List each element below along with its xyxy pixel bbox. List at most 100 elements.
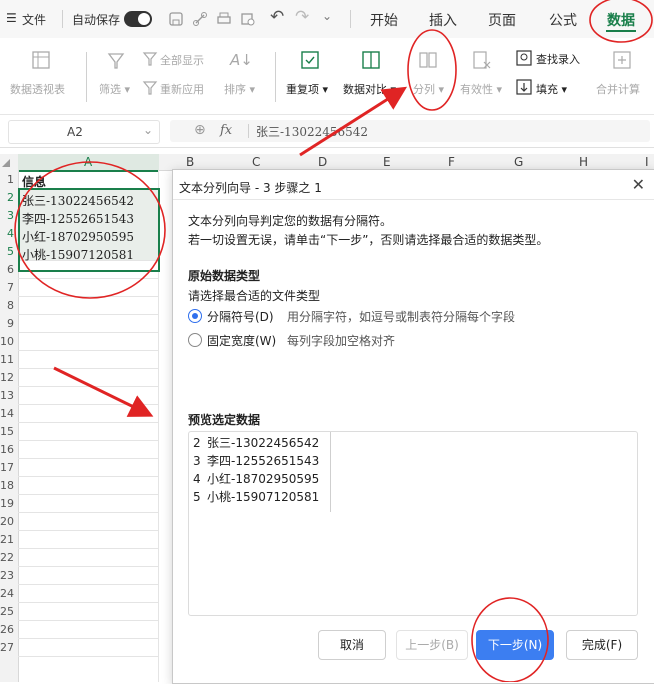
fill-button[interactable]: 填充 ▾: [536, 81, 567, 97]
row-number[interactable]: 2: [0, 191, 14, 204]
row-number[interactable]: 17: [0, 461, 14, 474]
row-number[interactable]: 3: [0, 209, 14, 222]
cell-ref: A2: [67, 125, 83, 139]
data-compare-button[interactable]: 数据对比 ▾: [343, 81, 396, 97]
gridline: [18, 296, 158, 297]
cell-a4[interactable]: 小红-18702950595: [22, 228, 134, 245]
tab-home[interactable]: 开始: [370, 10, 398, 30]
tab-insert[interactable]: 插入: [429, 10, 457, 30]
split-columns-button[interactable]: 分列 ▾: [413, 81, 444, 97]
select-all-icon[interactable]: [2, 159, 10, 167]
column-e[interactable]: E: [383, 155, 391, 169]
gridline: [18, 422, 158, 423]
link-icon[interactable]: [192, 11, 208, 27]
row-number[interactable]: 18: [0, 479, 14, 492]
next-button[interactable]: 下一步(N): [476, 630, 554, 660]
tab-data[interactable]: 数据: [607, 10, 635, 30]
close-icon[interactable]: ✕: [632, 175, 645, 194]
row-number[interactable]: 26: [0, 623, 14, 636]
section-subtitle: 请选择最合适的文件类型: [188, 289, 321, 303]
gridline: [18, 440, 158, 441]
print-preview-icon[interactable]: [240, 11, 256, 27]
row-number[interactable]: 27: [0, 641, 14, 654]
row-number[interactable]: 13: [0, 389, 14, 402]
column-d[interactable]: D: [318, 155, 327, 169]
zoom-icon[interactable]: ⊕: [194, 122, 206, 138]
save-icon[interactable]: [168, 11, 184, 27]
delimited-description: 用分隔字符，如逗号或制表符分隔每个字段: [287, 310, 516, 324]
row-number[interactable]: 5: [0, 245, 14, 258]
lookup-entry-button[interactable]: 查找录入: [536, 51, 580, 67]
column-a[interactable]: A: [84, 155, 92, 169]
chevron-down-icon[interactable]: ⌄: [143, 123, 153, 137]
row-number[interactable]: 21: [0, 533, 14, 546]
finish-button[interactable]: 完成(F): [566, 630, 638, 660]
row-number[interactable]: 11: [0, 353, 14, 366]
tab-page[interactable]: 页面: [488, 10, 516, 30]
row-number[interactable]: 12: [0, 371, 14, 384]
show-all-button[interactable]: 全部显示: [160, 52, 204, 68]
row-number[interactable]: 16: [0, 443, 14, 456]
row-number[interactable]: 15: [0, 425, 14, 438]
row-number[interactable]: 4: [0, 227, 14, 240]
undo-icon[interactable]: ↶: [270, 7, 284, 27]
gridline: [18, 314, 158, 315]
menu-icon[interactable]: ☰: [6, 11, 17, 25]
row-number[interactable]: 14: [0, 407, 14, 420]
cell-a2[interactable]: 张三-13022456542: [22, 192, 134, 209]
consolidate-button[interactable]: 合并计算: [596, 81, 640, 97]
name-box[interactable]: A2 ⌄: [8, 120, 160, 144]
fixed-width-label[interactable]: 固定宽度(W): [207, 332, 276, 349]
row-number[interactable]: 7: [0, 281, 14, 294]
cancel-button[interactable]: 取消: [318, 630, 386, 660]
row-number[interactable]: 10: [0, 335, 14, 348]
column-f[interactable]: F: [448, 155, 455, 169]
column-h[interactable]: H: [579, 155, 588, 169]
gridline: [18, 656, 158, 657]
gridline: [18, 404, 158, 405]
row-number[interactable]: 22: [0, 551, 14, 564]
print-icon[interactable]: [216, 11, 232, 27]
active-tab-indicator: [606, 30, 636, 32]
row-number[interactable]: 20: [0, 515, 14, 528]
row-number[interactable]: 6: [0, 263, 14, 276]
preview-box[interactable]: 2 张三-13022456542 3 李四-12552651543 4 小红-1870…: [188, 431, 638, 616]
chevron-down-icon[interactable]: ⌄: [322, 9, 332, 23]
gridline: [18, 350, 158, 351]
row-number[interactable]: 9: [0, 317, 14, 330]
consolidate-icon: [613, 51, 631, 69]
cell-a3[interactable]: 李四-12552651543: [22, 210, 134, 227]
reapply-button[interactable]: 重新应用: [160, 81, 204, 97]
pivot-table-button[interactable]: 数据透视表: [10, 81, 65, 97]
autosave-toggle[interactable]: [124, 11, 152, 27]
redo-icon[interactable]: ↷: [295, 7, 309, 27]
fixed-width-radio[interactable]: [188, 333, 202, 347]
cell-a5[interactable]: 小桃-15907120581: [22, 246, 134, 263]
tab-formulas[interactable]: 公式: [549, 10, 577, 30]
gridline: [18, 368, 158, 369]
delimited-label[interactable]: 分隔符号(D): [207, 308, 274, 325]
column-i[interactable]: I: [645, 155, 649, 169]
column-break: [330, 432, 331, 512]
text-to-columns-dialog: 文本分列向导 - 3 步骤之 1 ✕ 文本分列向导判定您的数据有分隔符。 若一切…: [172, 169, 654, 684]
delimited-radio[interactable]: [188, 309, 202, 323]
gridline: [18, 566, 158, 567]
column-b[interactable]: B: [186, 155, 194, 169]
formula-input[interactable]: ⊕ fx 张三-13022456542: [170, 120, 650, 142]
filter-button[interactable]: 筛选 ▾: [99, 81, 130, 97]
validity-button[interactable]: 有效性 ▾: [460, 81, 502, 97]
cell-a1[interactable]: 信息: [22, 173, 46, 190]
row-number[interactable]: 25: [0, 605, 14, 618]
row-number[interactable]: 19: [0, 497, 14, 510]
row-number[interactable]: 1: [0, 173, 14, 186]
column-g[interactable]: G: [514, 155, 523, 169]
sort-button[interactable]: 排序 ▾: [224, 81, 255, 97]
previous-button[interactable]: 上一步(B): [396, 630, 468, 660]
row-number[interactable]: 8: [0, 299, 14, 312]
duplicates-button[interactable]: 重复项 ▾: [286, 81, 328, 97]
fx-icon[interactable]: fx: [220, 123, 232, 138]
file-menu[interactable]: 文件: [22, 11, 46, 28]
row-number[interactable]: 24: [0, 587, 14, 600]
row-number[interactable]: 23: [0, 569, 14, 582]
column-c[interactable]: C: [252, 155, 260, 169]
